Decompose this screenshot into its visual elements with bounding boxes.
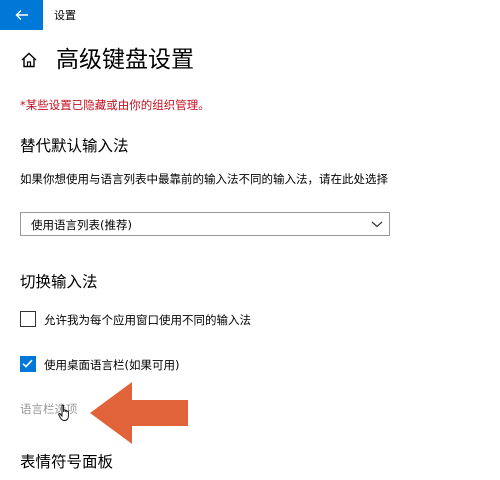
per-app-input-checkbox[interactable] [20,311,36,327]
annotation-arrow-icon [90,382,188,444]
default-input-description: 如果你想使用与语言列表中最靠前的输入法不同的输入法，请在此处选择 [20,172,388,186]
back-arrow-icon [15,10,28,20]
default-input-dropdown[interactable]: 使用语言列表(推荐) [20,212,390,236]
checkmark-icon [22,359,33,368]
hand-cursor-icon [58,404,69,421]
per-app-input-label[interactable]: 允许我为每个应用窗口使用不同的输入法 [44,312,251,328]
default-input-heading: 替代默认输入法 [20,137,129,155]
chevron-down-icon [371,221,383,228]
window-title: 设置 [54,9,76,22]
emoji-panel-heading: 表情符号面板 [20,453,114,471]
policy-note: *某些设置已隐藏或由你的组织管理。 [20,98,210,112]
home-icon[interactable] [19,50,39,70]
dropdown-selected-value: 使用语言列表(推荐) [31,218,132,232]
title-bar: 设置 [0,0,500,30]
page-title: 高级键盘设置 [56,47,194,73]
language-bar-label[interactable]: 使用桌面语言栏(如果可用) [44,357,179,373]
back-button[interactable] [0,0,43,30]
switch-input-heading: 切换输入法 [20,273,98,291]
language-bar-checkbox[interactable] [20,356,36,372]
